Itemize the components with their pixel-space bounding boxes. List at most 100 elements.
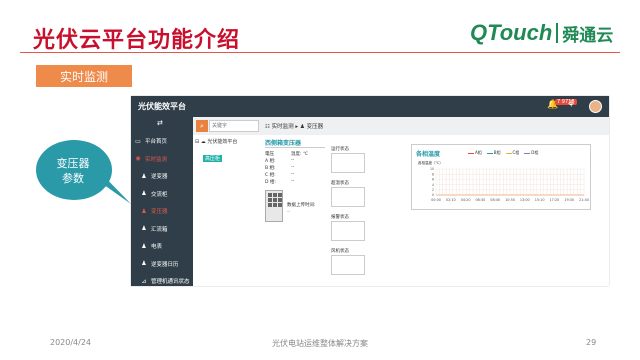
title-divider	[20, 52, 620, 53]
sidebar-item-label: 电表	[151, 244, 163, 250]
logo-chinese: 舜通云	[562, 25, 614, 46]
sidebar-item-3[interactable]: ♟ 交流柜	[131, 185, 193, 203]
x-tick-label: 10:50	[505, 198, 515, 202]
y-tick-label: 2	[432, 188, 434, 192]
phase-label: C 相:	[265, 173, 276, 178]
topbar: 光伏能效平台 🔔 7 9718 ⚘	[131, 96, 609, 117]
upload-time-value: --	[287, 210, 291, 215]
target-icon: ◉	[135, 155, 141, 162]
monitor-icon: ▭	[135, 137, 141, 145]
sidebar-item-label: 管理机通讯状态	[151, 279, 190, 285]
person-icon: ♟	[141, 172, 147, 180]
sidebar-item-label: 变压器	[151, 209, 168, 215]
title-rule	[265, 147, 325, 148]
upload-time-label: 数据上传时间:	[287, 203, 316, 208]
x-tick-label: 21:40	[579, 198, 589, 202]
breadcrumb: ☷ 实时监测 ▸ ♟ 变压器	[265, 124, 324, 130]
signal-icon: ⊿	[141, 277, 147, 285]
sidebar-item-label: 逆变器	[151, 174, 168, 180]
sidebar-item-label: 实时监测	[145, 156, 168, 163]
sidebar-item-0[interactable]: ▭ 平台首页	[131, 132, 193, 150]
app-screenshot: 光伏能效平台 🔔 7 9718 ⚘ ⇄ ▭ 平台首页 ◉ 实时监测 ♟ 逆变器 ♟ 交流柜 ♟ 变…	[131, 96, 609, 286]
y-tick-label: 0	[432, 193, 434, 197]
callout-bubble: 变压器 参数	[34, 138, 131, 204]
phase-value: --	[291, 165, 295, 170]
person-icon: ♟	[141, 207, 147, 215]
phase-value: --	[291, 179, 295, 184]
sidebar-item-label: 逆变器日历	[151, 261, 179, 268]
status-box	[331, 221, 365, 241]
x-tick-label: 08:40	[490, 198, 500, 202]
sidebar-item-8[interactable]: ⊿ 管理机通讯状态	[131, 272, 193, 286]
status-label: 超温状态	[331, 181, 349, 186]
x-tick-label: 00:00	[431, 198, 441, 202]
phase-label: D 相:	[265, 180, 276, 185]
temperature-header: 温度: ℃	[291, 152, 309, 157]
y-axis-label: 各相温度（℃）	[418, 160, 443, 165]
search-icon[interactable]: ⌕	[196, 120, 208, 132]
app-title: 光伏能效平台	[138, 102, 186, 111]
y-tick-label: 8	[432, 172, 434, 176]
legend-swatch	[524, 152, 531, 154]
device-tree: ⊟ ☁ 光伏能效平台 高压柜	[195, 138, 255, 218]
person-icon: ♟	[141, 190, 147, 197]
search-input[interactable]	[209, 120, 259, 132]
sidebar-item-7[interactable]: ♟ 逆变器日历	[131, 255, 193, 273]
sidebar-item-2[interactable]: ♟ 逆变器	[131, 167, 193, 185]
sidebar-item-label: 交流柜	[151, 191, 168, 198]
sidebar-item-6[interactable]: ♟ 电表	[131, 237, 193, 255]
chart-plot: 各相温度（℃） 108 642000:00 02:10 04:20 06:30 08:40 1…	[418, 160, 589, 202]
tree-node-selected[interactable]: 高压柜	[203, 155, 223, 162]
x-tick-label: 17:20	[550, 198, 560, 202]
section-tag: 实时监测	[36, 65, 132, 87]
status-box	[331, 255, 365, 275]
callout-line-2: 参数	[62, 172, 84, 185]
person-icon: ♟	[141, 242, 147, 250]
phase-value: --	[291, 158, 295, 163]
phase-label: A 相:	[265, 159, 276, 164]
sidebar-item-label: 汇流箱	[151, 226, 168, 233]
avatar[interactable]	[589, 100, 602, 113]
sidebar-item-1[interactable]: ◉ 实时监测	[131, 150, 193, 168]
y-tick-label: 4	[432, 183, 434, 187]
sidebar-item-label: 平台首页	[145, 139, 168, 145]
x-tick-label: 04:20	[461, 198, 471, 202]
logo-text: QTouch	[470, 20, 553, 45]
x-tick-label: 19:30	[564, 198, 574, 202]
tree-root[interactable]: ⊟ ☁ 光伏能效平台	[195, 138, 255, 145]
device-panel: 西侧箱变压器 電压 温度: ℃ A 相: -- B 相: -- C 相: -- D 相: --…	[265, 138, 605, 284]
x-tick-label: 06:30	[476, 198, 486, 202]
y-tick-label: 10	[430, 167, 434, 171]
menu-toggle-icon[interactable]: ⇄	[157, 119, 163, 127]
status-label: 风机状态	[331, 249, 349, 254]
slide-title: 光伏云平台功能介绍	[33, 27, 241, 53]
footer-date: 2020/4/24	[50, 338, 92, 347]
status-label: 报警状态	[331, 215, 349, 220]
legend-swatch	[468, 152, 474, 154]
phase-label: B 相:	[265, 166, 276, 171]
legend-swatch	[486, 152, 493, 154]
device-title: 西侧箱变压器	[265, 140, 302, 147]
x-tick-label: 15:10	[535, 198, 545, 202]
status-box	[331, 187, 365, 207]
share-icon[interactable]: ⚘	[567, 100, 575, 110]
sidebar-item-4[interactable]: ♟ 变压器	[131, 202, 193, 220]
status-box	[331, 153, 365, 173]
page-number: 29	[586, 338, 597, 347]
person-icon: ♟	[141, 260, 147, 267]
sidebar-item-5[interactable]: ♟ 汇流箱	[131, 220, 193, 238]
keypad-icon	[265, 190, 283, 222]
callout-line-1: 变压器	[56, 157, 90, 170]
search-bar: ⌕ ☷ 实时监测 ▸ ♟ 变压器	[193, 117, 609, 135]
sidebar: ⇄ ▭ 平台首页 ◉ 实时监测 ♟ 逆变器 ♟ 交流柜 ♟ 变压器 ♟ 汇流箱 ♟ 电表 ♟ 逆变器日历 ⊿ 管理…	[131, 117, 193, 286]
qtouch-logo: QTouch 舜通云	[470, 18, 613, 48]
y-tick-label: 6	[432, 178, 434, 182]
status-label: 运行状态	[331, 147, 349, 152]
legend-swatch	[505, 152, 512, 154]
footer-title: 光伏电站运维整体解决方案	[272, 339, 368, 348]
voltage-header: 電压	[265, 152, 274, 157]
person-icon: ♟	[141, 225, 147, 232]
phase-value: --	[291, 172, 295, 177]
logo-separator	[556, 23, 559, 43]
x-tick-label: 02:10	[446, 198, 456, 202]
